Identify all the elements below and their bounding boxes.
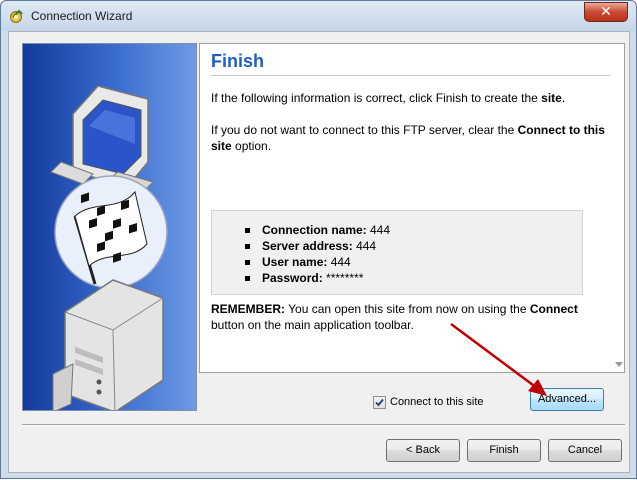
cancel-button[interactable]: Cancel [548,439,622,462]
wizard-content-panel: Finish If the following information is c… [199,43,625,373]
title-bar[interactable]: Connection Wizard ✕ [1,1,636,31]
title-divider [211,75,611,76]
checkmark-icon [375,398,384,407]
detail-server-address: Server address: 444 [245,238,390,254]
close-icon: ✕ [600,4,612,20]
checkered-flag-icon [54,175,168,289]
intro-text: If the following information is correct,… [211,91,566,105]
button-separator [22,424,625,426]
connection-wizard-window: Connection Wizard ✕ Finish If the follow… [0,0,637,479]
detail-password: Password: ******** [245,270,390,286]
computer-flag-server-illustration [50,85,168,410]
connect-to-site-checkbox[interactable] [373,396,386,409]
back-button[interactable]: < Back [386,439,460,462]
advanced-button[interactable]: Advanced... [530,388,604,411]
connection-details-list: Connection name: 444 Server address: 444… [245,222,390,286]
server-tower-icon [52,279,164,410]
page-title: Finish [211,51,264,71]
wizard-client-area: Finish If the following information is c… [8,31,630,473]
detail-user-name: User name: 444 [245,254,390,270]
wizard-side-graphic [22,43,197,411]
close-button[interactable]: ✕ [584,2,628,22]
scroll-down-icon[interactable] [615,362,623,368]
connection-wizard-icon [10,9,23,23]
connection-summary-box: Connection name: 444 Server address: 444… [211,210,583,295]
detail-connection-name: Connection name: 444 [245,222,390,238]
clear-option-text: If you do not want to connect to this FT… [211,123,605,153]
finish-button[interactable]: Finish [467,439,541,462]
window-title: Connection Wizard [31,9,133,23]
remember-text: REMEMBER: You can open this site from no… [211,302,578,332]
connect-to-site-label[interactable]: Connect to this site [390,396,484,408]
